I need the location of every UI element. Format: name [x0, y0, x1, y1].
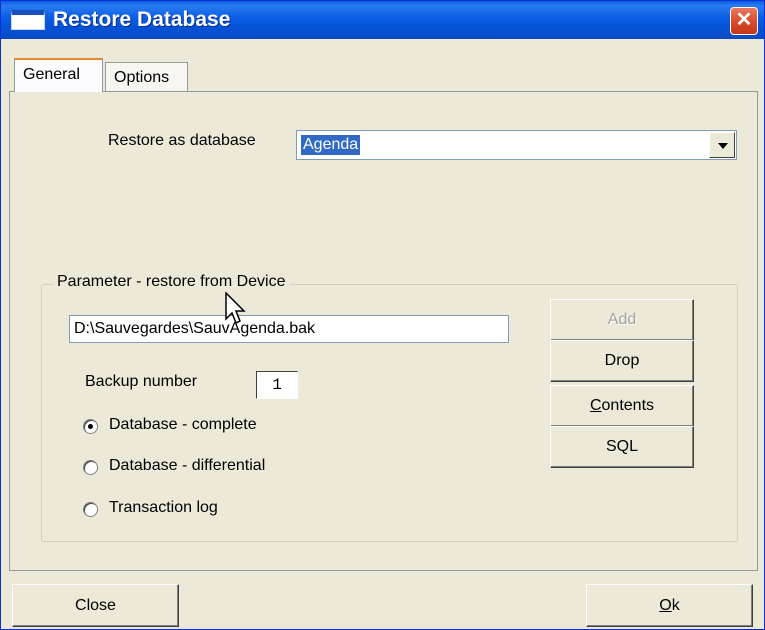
ok-label-rest: k	[671, 597, 680, 614]
radio-button[interactable]	[83, 502, 98, 517]
radio-database-differential[interactable]: Database - differential	[83, 456, 383, 480]
device-path-input[interactable]: D:\Sauvegardes\SauvAgenda.bak	[69, 315, 509, 343]
group-title: Parameter - restore from Device	[53, 273, 290, 291]
chevron-down-icon[interactable]	[709, 132, 735, 158]
sql-button[interactable]: SQL	[550, 426, 694, 468]
ok-accelerator: O	[659, 597, 672, 614]
radio-label: Database - differential	[109, 457, 266, 474]
radio-label: Database - complete	[109, 416, 257, 433]
radio-label: Transaction log	[109, 499, 218, 516]
ok-button[interactable]: Ok	[586, 584, 753, 627]
backup-number-input[interactable]: 1	[256, 371, 298, 399]
radio-database-complete[interactable]: Database - complete	[83, 415, 383, 439]
close-button[interactable]: Close	[12, 584, 179, 627]
restore-as-database-value: Agenda	[301, 135, 361, 155]
close-icon[interactable]: ✕	[730, 7, 758, 35]
contents-accelerator: C	[589, 397, 602, 414]
arrow-cursor-icon	[225, 292, 246, 325]
radio-button[interactable]	[83, 460, 98, 475]
restore-as-database-combo[interactable]: Agenda	[296, 130, 737, 160]
window-icon	[11, 10, 45, 30]
radio-transaction-log[interactable]: Transaction log	[83, 498, 383, 522]
contents-label-rest: ontents	[601, 397, 655, 414]
radio-button-checked[interactable]	[83, 419, 98, 434]
drop-button[interactable]: Drop	[550, 340, 694, 382]
add-button[interactable]: Add	[550, 299, 694, 341]
window-title: Restore Database	[53, 8, 231, 31]
backup-number-label: Backup number	[85, 373, 198, 390]
restore-as-label: Restore as database	[108, 132, 256, 149]
title-bar[interactable]: Restore Database ✕	[1, 1, 764, 39]
restore-database-dialog: Restore Database ✕ General Options Resto…	[0, 0, 765, 630]
tab-options[interactable]: Options	[105, 62, 188, 94]
contents-button[interactable]: Contents	[550, 385, 694, 427]
tab-general[interactable]: General	[14, 58, 103, 92]
